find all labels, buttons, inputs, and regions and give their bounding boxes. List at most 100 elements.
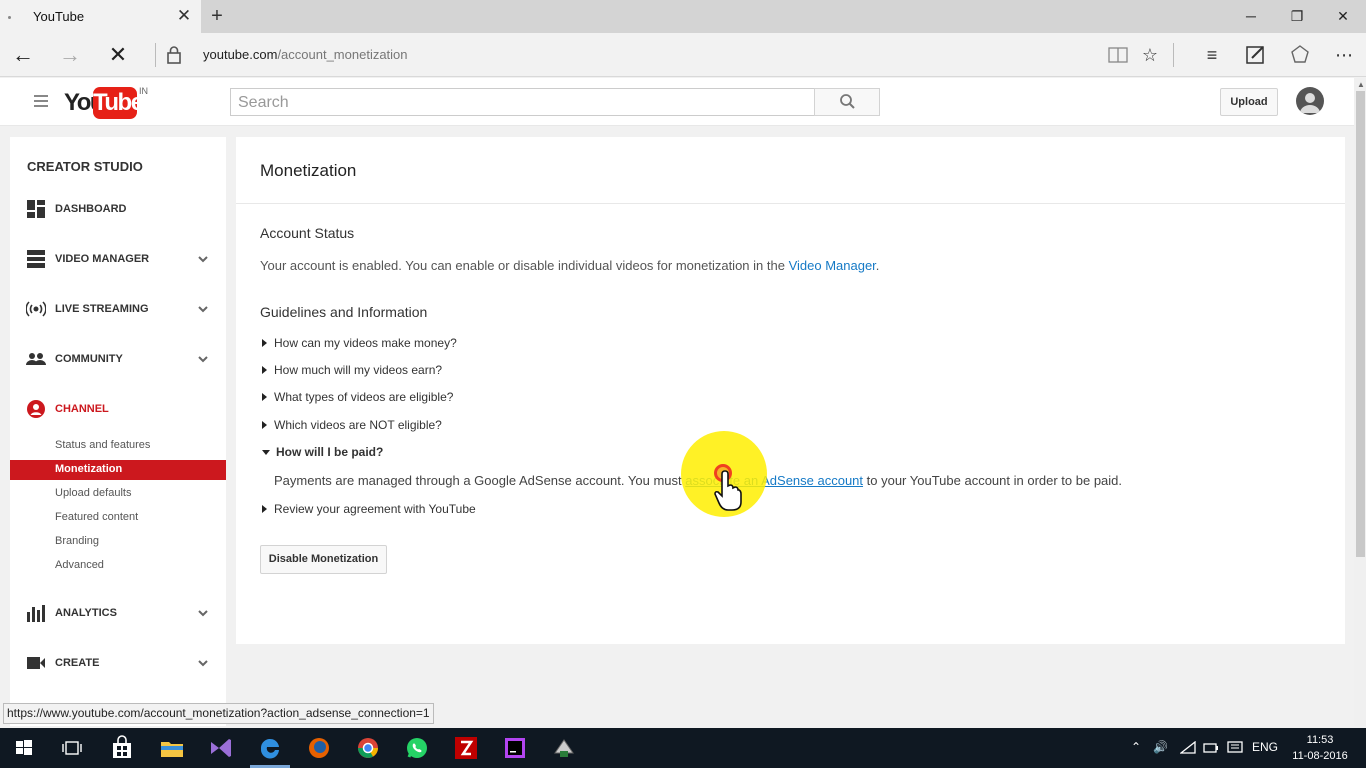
sidebar-item-dashboard[interactable]: DASHBOARD [10, 194, 226, 224]
sidebar-item-channel[interactable]: CHANNEL [10, 394, 226, 424]
stop-button[interactable]: ✕ [103, 41, 133, 69]
faq-item[interactable]: How much will my videos earn? [262, 363, 442, 377]
tab-close-icon[interactable]: ✕ [174, 5, 194, 27]
phpstorm-icon[interactable] [501, 734, 529, 762]
upload-button[interactable]: Upload [1220, 88, 1278, 116]
disable-monetization-button[interactable]: Disable Monetization [260, 545, 387, 574]
user-icon [1300, 93, 1320, 113]
whatsapp-icon[interactable] [403, 734, 431, 762]
page-title: Monetization [260, 161, 357, 180]
youtube-header: You Tube IN Search Upload [0, 78, 1354, 126]
expand-triangle-icon [262, 366, 267, 374]
channel-icon [27, 400, 45, 418]
share-icon[interactable] [1287, 43, 1313, 67]
store-icon[interactable] [108, 734, 136, 762]
video-manager-link[interactable]: Video Manager [789, 258, 876, 273]
notification-icon[interactable] [1227, 741, 1243, 755]
search-button[interactable] [814, 88, 880, 116]
creator-studio-sidebar: CREATOR STUDIO DASHBOARD VIDEO MANAGER L… [10, 137, 226, 726]
chevron-down-icon [198, 610, 208, 617]
browser-tab[interactable]: YouTube ✕ [0, 0, 201, 33]
sidebar-title: CREATOR STUDIO [27, 159, 143, 174]
sidebar-item-analytics[interactable]: ANALYTICS [10, 598, 226, 628]
tab-title: YouTube [33, 9, 85, 24]
tab-loading-icon [8, 16, 11, 19]
search-input[interactable]: Search [230, 88, 815, 116]
address-bar: ← → ✕ youtube.com/account_monetization ☆… [0, 33, 1366, 77]
community-icon [26, 353, 46, 365]
forward-button[interactable]: → [55, 41, 85, 69]
taskbar-clock[interactable]: 11:53 11-08-2016 [1290, 732, 1350, 764]
dashboard-icon [27, 200, 45, 218]
lock-icon [167, 46, 181, 64]
file-explorer-icon[interactable] [158, 734, 186, 762]
account-status-heading: Account Status [260, 225, 355, 241]
close-window-button[interactable]: ✕ [1320, 0, 1366, 33]
expand-triangle-icon [262, 505, 267, 513]
scroll-up-icon[interactable]: ▲ [1357, 80, 1365, 89]
faq-item[interactable]: Review your agreement with YouTube [262, 502, 476, 516]
browser-tab-bar: YouTube ✕ + ─ ❐ ✕ [0, 0, 1366, 33]
back-button[interactable]: ← [8, 41, 38, 69]
favorite-star-icon[interactable]: ☆ [1137, 43, 1163, 67]
url-field[interactable]: youtube.com/account_monetization [203, 47, 408, 62]
video-manager-icon [27, 250, 45, 268]
windows-start-icon[interactable] [10, 734, 38, 762]
sidebar-subitem-advanced[interactable]: Advanced [10, 556, 226, 576]
sidebar-subitem-upload-defaults[interactable]: Upload defaults [10, 484, 226, 504]
faq-item[interactable]: What types of videos are eligible? [262, 390, 453, 404]
expand-triangle-icon [262, 339, 267, 347]
monetization-panel: Monetization Account Status Your account… [236, 137, 1345, 644]
sidebar-item-create[interactable]: CREATE [10, 648, 226, 678]
search-placeholder: Search [238, 94, 289, 111]
toolbar-separator [1173, 43, 1174, 67]
reading-view-icon[interactable] [1105, 43, 1131, 67]
chevron-down-icon [198, 660, 208, 667]
sidebar-subitem-featured-content[interactable]: Featured content [10, 508, 226, 528]
sidebar-subitem-monetization[interactable]: Monetization [10, 460, 226, 480]
collapse-triangle-icon [262, 450, 270, 455]
firefox-icon[interactable] [305, 734, 333, 762]
guidelines-heading: Guidelines and Information [260, 304, 428, 320]
language-indicator[interactable]: ENG [1252, 740, 1278, 754]
account-status-text: Your account is enabled. You can enable … [260, 258, 880, 273]
search-icon [840, 94, 855, 109]
windows-taskbar: ⌃ 🔊 ENG 11:53 11-08-2016 [0, 728, 1366, 768]
guide-menu-icon[interactable] [34, 95, 48, 107]
analytics-icon [27, 605, 45, 622]
faq-item[interactable]: How can my videos make money? [262, 336, 457, 350]
live-streaming-icon [26, 301, 46, 317]
volume-icon[interactable]: 🔊 [1153, 740, 1168, 754]
edge-browser-icon[interactable] [256, 734, 284, 762]
sidebar-subitem-status-and-features[interactable]: Status and features [10, 436, 226, 456]
web-note-icon[interactable] [1243, 43, 1269, 67]
app-icon[interactable] [550, 734, 578, 762]
task-view-icon[interactable] [58, 734, 86, 762]
sidebar-item-live-streaming[interactable]: LIVE STREAMING [10, 294, 226, 324]
new-tab-button[interactable]: + [205, 4, 229, 28]
sidebar-subitem-branding[interactable]: Branding [10, 532, 226, 552]
title-divider [236, 203, 1345, 204]
chevron-down-icon [198, 306, 208, 313]
faq-item-expanded[interactable]: How will I be paid? [262, 445, 383, 459]
nav-separator [155, 43, 156, 67]
visual-studio-icon[interactable] [207, 734, 235, 762]
tray-chevron-up-icon[interactable]: ⌃ [1131, 740, 1141, 754]
battery-icon[interactable] [1203, 742, 1219, 754]
expand-triangle-icon [262, 393, 267, 401]
sidebar-item-community[interactable]: COMMUNITY [10, 344, 226, 374]
sidebar-item-video-manager[interactable]: VIDEO MANAGER [10, 244, 226, 274]
status-url-tooltip: https://www.youtube.com/account_monetiza… [3, 703, 434, 724]
filezilla-icon[interactable] [452, 734, 480, 762]
faq-item[interactable]: Which videos are NOT eligible? [262, 418, 442, 432]
chrome-icon[interactable] [354, 734, 382, 762]
scrollbar-thumb[interactable] [1356, 91, 1365, 557]
wifi-icon[interactable] [1180, 741, 1196, 755]
restore-button[interactable]: ❐ [1274, 0, 1320, 33]
avatar[interactable] [1296, 87, 1324, 115]
more-options-icon[interactable]: ⋯ [1331, 43, 1357, 67]
hub-icon[interactable]: ≡ [1199, 43, 1225, 67]
chevron-down-icon [198, 256, 208, 263]
expand-triangle-icon [262, 421, 267, 429]
minimize-button[interactable]: ─ [1228, 0, 1274, 33]
